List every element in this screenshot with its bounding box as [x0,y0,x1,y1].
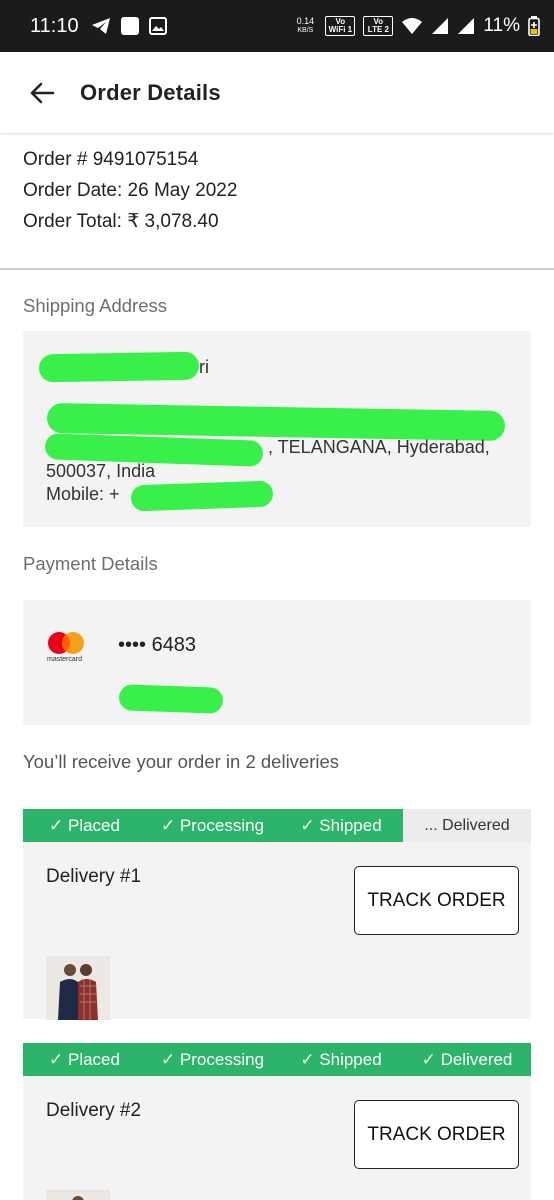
redaction-mark [118,684,224,714]
track-order-button-2[interactable]: TRACK ORDER [354,1100,519,1169]
address-name-tail: ri [199,357,209,377]
section-divider [0,268,554,270]
step-placed: ✓ Placed [23,809,146,842]
telegram-icon [91,18,110,34]
order-total: Order Total: ₹ 3,078.40 [23,211,219,232]
shipping-address-card: ri , TELANGANA, Hyderabad, 500037, India… [23,331,531,527]
status-bar: 11:10 0.14 KB/S Vo WiFi 1 Vo LTE 2 11% [0,0,554,52]
step-delivered: ... Delivered [403,809,531,842]
product-image [46,956,110,1020]
notification-icons [91,17,167,35]
network-speed-value: 0.14 [296,16,315,26]
redaction-mark [130,480,274,512]
redaction-mark [38,351,200,383]
step-processing: ✓ Processing [146,1043,279,1076]
address-state-line: , TELANGANA, Hyderabad, [268,437,490,457]
arrow-left-icon [30,82,55,103]
gallery-icon [148,17,167,35]
delivery-2-progress: ✓ Placed ✓ Processing ✓ Shipped ✓ Delive… [23,1043,531,1076]
card-brand-label: mastercard [47,656,83,663]
step-placed: ✓ Placed [23,1043,146,1076]
battery-icon [528,16,540,36]
volte-badge: Vo LTE 2 [363,16,394,36]
address-mobile: Mobile: + [46,484,120,504]
step-processing: ✓ Processing [146,809,279,842]
delivery-1-progress: ✓ Placed ✓ Processing ✓ Shipped ... Deli… [23,809,531,842]
deliveries-info: You’ll receive your order in 2 deliverie… [23,751,340,772]
address-pin-line: 500037, India [46,461,156,481]
battery-percent: 11% [483,15,520,36]
back-button[interactable] [22,73,62,113]
signal-2-icon [458,18,475,34]
delivery-1-title: Delivery #1 [46,866,142,887]
vowifi-badge: Vo WiFi 1 [325,16,356,36]
page-title: Order Details [80,79,221,105]
mastercard-icon [48,632,84,654]
delivery-2-card: Delivery #2 TRACK ORDER [23,1076,531,1200]
app-header: Order Details [0,52,554,134]
shipping-address-label: Shipping Address [23,295,167,316]
app-square-icon [120,17,139,35]
step-shipped: ✓ Shipped [279,809,403,842]
delivery-1-card: Delivery #1 TRACK ORDER [23,842,531,1020]
status-indicators: 0.14 KB/S Vo WiFi 1 Vo LTE 2 11% [293,15,540,37]
product-thumbnail[interactable] [46,956,110,1020]
order-date: Order Date: 26 May 2022 [23,180,238,201]
track-order-button-1[interactable]: TRACK ORDER [354,866,519,935]
network-speed: 0.14 KB/S [293,17,317,35]
delivery-2-title: Delivery #2 [46,1100,142,1121]
payment-details-label: Payment Details [23,553,158,574]
network-speed-unit: KB/S [297,27,314,34]
product-image [46,1193,110,1200]
product-thumbnail[interactable] [46,1190,110,1200]
card-number: •••• 6483 [118,634,197,656]
signal-1-icon [432,18,449,34]
status-time: 11:10 [30,14,79,37]
payment-card: mastercard •••• 6483 [23,600,531,725]
step-shipped: ✓ Shipped [279,1043,403,1076]
step-delivered: ✓ Delivered [403,1043,531,1076]
wifi-icon [402,18,423,34]
order-summary: Order # 9491075154 Order Date: 26 May 20… [23,144,237,237]
order-number: Order # 9491075154 [23,149,199,170]
